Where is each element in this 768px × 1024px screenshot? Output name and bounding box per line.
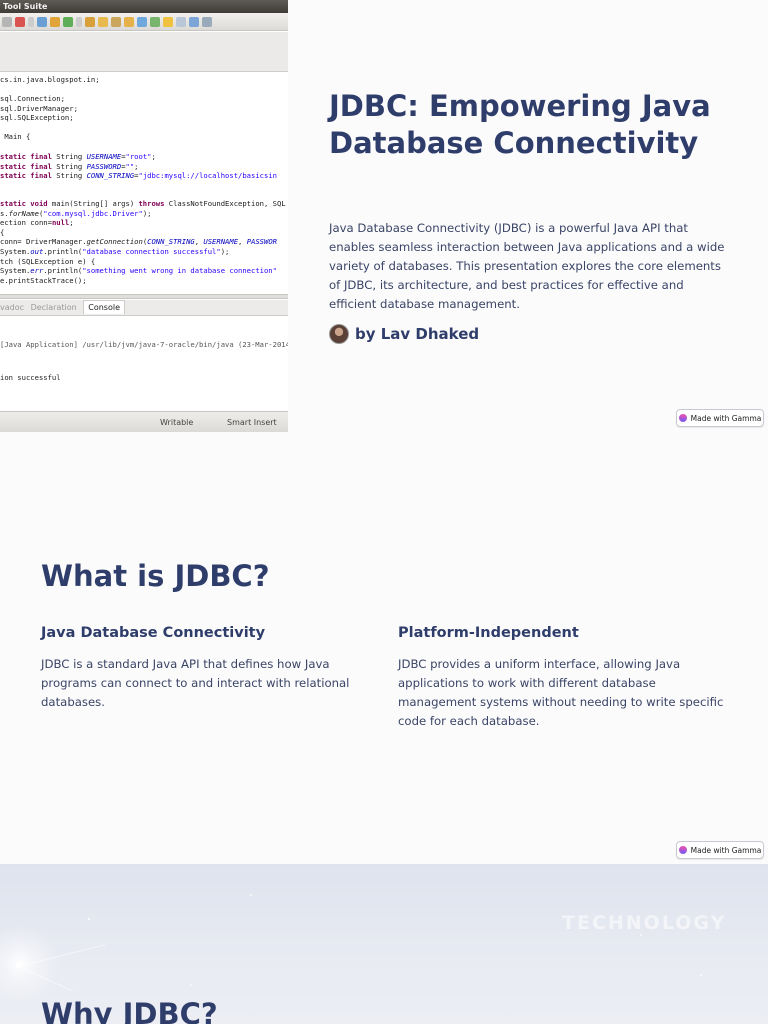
toolbar-icon (111, 16, 121, 27)
code-line: sql.SQLException; (0, 113, 74, 123)
column-heading-right: Platform-Independent (398, 625, 579, 641)
code-line: { (0, 227, 5, 237)
ide-editor-header (0, 32, 288, 72)
toolbar-icon (163, 16, 173, 27)
made-with-gamma-button[interactable]: Made with Gamma (676, 841, 764, 859)
ide-toolbar (0, 13, 288, 31)
tab-javadoc[interactable]: vadoc (0, 303, 24, 312)
ide-screenshot: Tool Suite cs.in.java.blogspot.in; sql.C… (0, 0, 288, 432)
made-with-gamma-button[interactable]: Made with Gamma (676, 409, 764, 427)
background-watermark: TECHNOLOGY (562, 912, 727, 934)
code-line: e.printStackTrace(); (0, 275, 87, 285)
toolbar-icon (63, 16, 73, 27)
code-line: static final String CONN_STRING="jdbc:my… (0, 171, 277, 181)
toolbar-icon (2, 16, 12, 27)
badge-label: Made with Gamma (690, 845, 762, 855)
toolbar-icon (37, 16, 47, 27)
code-editor: cs.in.java.blogspot.in; sql.Connection; … (0, 74, 288, 294)
toolbar-separator (76, 16, 82, 27)
badge-label: Made with Gamma (690, 413, 762, 423)
code-line: System.out.println("database connection … (0, 247, 230, 256)
toolbar-icon (150, 16, 160, 27)
toolbar-icon (98, 16, 108, 27)
toolbar-icon (124, 16, 134, 27)
console-line: [Java Application] /usr/lib/jvm/java-7-o… (0, 340, 288, 349)
console-line: ion successful (0, 373, 61, 382)
status-insert-mode: Smart Insert (227, 418, 277, 427)
slide-intro-text: Java Database Connectivity (JDBC) is a p… (329, 221, 725, 311)
code-line: System.err.println("something went wrong… (0, 266, 277, 276)
column-text-right: JDBC provides a uniform interface, allow… (398, 657, 724, 728)
toolbar-icon (202, 16, 212, 27)
toolbar-icon (85, 16, 95, 27)
slide-what-is-jdbc: What is JDBC? Java Database Connectivity… (0, 432, 768, 864)
code-line: s.forName("com.mysql.jdbc.Driver"); (0, 208, 152, 218)
code-line: static final String USERNAME="root"; (0, 152, 156, 161)
status-writable: Writable (160, 418, 194, 427)
column-heading-left: Java Database Connectivity (41, 625, 266, 641)
author-name: by Lav Dhaked (355, 325, 480, 343)
code-line: tch (SQLException e) { (0, 256, 96, 266)
toolbar-icon (15, 16, 25, 27)
ide-view-tabs: vadoc Declaration Console (0, 300, 288, 316)
toolbar-icon (189, 16, 199, 27)
ide-splitter[interactable] (0, 294, 288, 299)
column-text-left: JDBC is a standard Java API that defines… (41, 657, 350, 709)
code-line: sql.Connection; (0, 94, 65, 103)
toolbar-separator (28, 16, 34, 27)
code-line: static void main(String[] args) throws C… (0, 199, 286, 208)
code-line: sql.DriverManager; (0, 103, 78, 113)
author-byline: by Lav Dhaked (329, 324, 479, 344)
toolbar-icon (176, 16, 186, 27)
code-line: cs.in.java.blogspot.in; (0, 75, 100, 84)
slide-title: Tool Suite cs.in.java.blogspot.in; sql.C… (0, 0, 768, 432)
slide-why-jdbc: TECHNOLOGY Why JDBC? (0, 864, 768, 1024)
ide-window-title: Tool Suite (0, 0, 288, 13)
tab-console[interactable]: Console (83, 300, 125, 314)
code-line: conn= DriverManager.getConnection(CONN_S… (0, 237, 277, 247)
ide-status-bar: Writable Smart Insert (0, 411, 288, 432)
toolbar-icon (137, 16, 147, 27)
gamma-logo-icon (678, 414, 687, 422)
avatar (329, 324, 349, 344)
slide-heading: Why JDBC? (41, 997, 218, 1024)
gamma-logo-icon (678, 846, 687, 854)
code-line: ection conn=null; (0, 218, 74, 228)
background-star (250, 894, 252, 896)
slide-heading: What is JDBC? (41, 559, 270, 593)
slide-title-heading: JDBC: Empowering Java Database Connectiv… (329, 89, 711, 160)
background-star (190, 984, 192, 986)
background-star (88, 918, 90, 920)
code-line: Main { (0, 132, 31, 141)
background-star (640, 934, 642, 936)
code-line: static final String PASSWORD=""; (0, 161, 139, 171)
toolbar-icon (50, 16, 60, 27)
console-output: [Java Application] /usr/lib/jvm/java-7-o… (0, 317, 288, 411)
tab-declaration[interactable]: Declaration (31, 303, 77, 312)
background-star (700, 974, 702, 976)
